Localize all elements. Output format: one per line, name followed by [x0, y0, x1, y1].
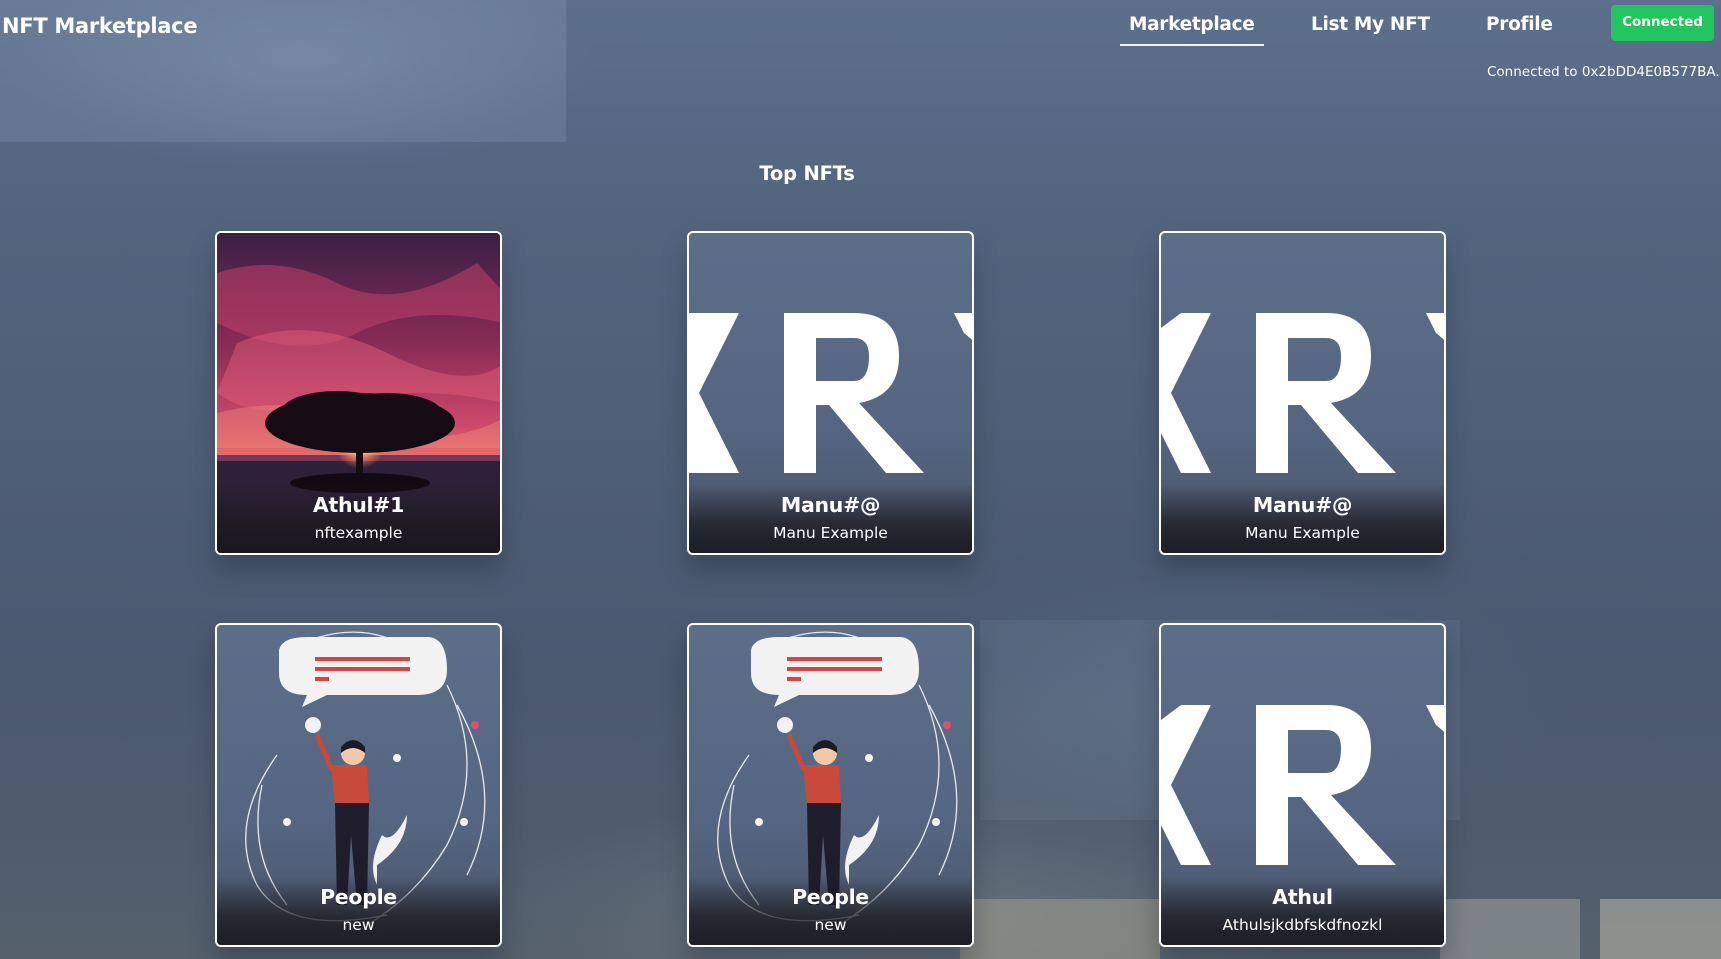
- nft-name: People: [320, 885, 397, 909]
- nft-card[interactable]: Manu#@ Manu Example: [687, 231, 974, 555]
- nav-list-my-nft[interactable]: List My NFT: [1311, 14, 1430, 35]
- nft-description: new: [342, 916, 375, 934]
- nft-description: Manu Example: [773, 524, 888, 542]
- nft-description: new: [814, 916, 847, 934]
- nft-name: Athul#1: [312, 493, 405, 517]
- nft-name: Manu#@: [1252, 493, 1353, 517]
- nft-card[interactable]: People new: [215, 623, 502, 947]
- background-strip: [960, 899, 1160, 959]
- nav-marketplace[interactable]: Marketplace: [1120, 14, 1263, 46]
- nft-description: Athulsjkdbfskdfnozkl: [1222, 916, 1383, 934]
- nft-name: Athul: [1272, 885, 1333, 909]
- background-strip: [1600, 899, 1721, 959]
- nft-name: People: [792, 885, 869, 909]
- brand-logo[interactable]: NFT Marketplace: [2, 14, 198, 38]
- nft-card[interactable]: People new: [687, 623, 974, 947]
- page-title: Top NFTs: [759, 162, 855, 185]
- nav-profile[interactable]: Profile: [1486, 14, 1553, 35]
- nft-name: Manu#@: [780, 493, 881, 517]
- nft-description: Manu Example: [1245, 524, 1360, 542]
- nft-card[interactable]: Manu#@ Manu Example: [1159, 231, 1446, 555]
- connect-wallet-button[interactable]: Connected: [1611, 5, 1714, 41]
- nft-description: nftexample: [314, 524, 403, 542]
- nft-card[interactable]: Athul Athulsjkdbfskdfnozkl: [1159, 623, 1446, 947]
- nft-card[interactable]: Athul#1 nftexample: [215, 231, 502, 555]
- background-strip: [1440, 899, 1580, 959]
- wallet-address: Connected to 0x2bDD4E0B577BA...: [1487, 64, 1719, 80]
